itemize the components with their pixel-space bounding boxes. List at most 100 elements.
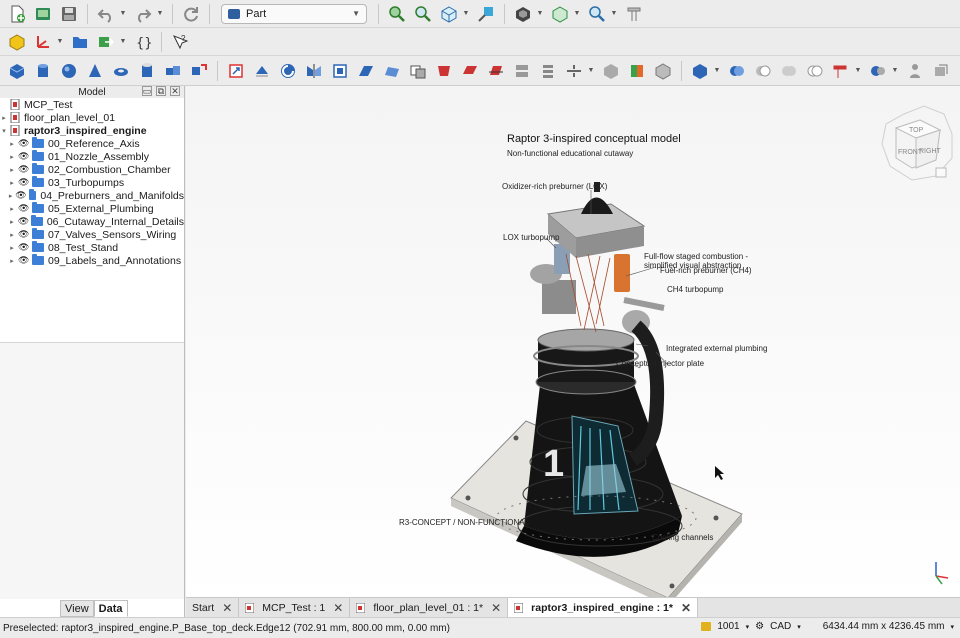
expand-arrow-icon[interactable]: ▸ (8, 257, 16, 265)
cylinder-icon[interactable] (32, 60, 54, 82)
offset-dropdown-icon[interactable]: ▼ (587, 60, 595, 82)
tree-group-item[interactable]: ▸ 👁 06_Cutaway_Internal_Details (0, 215, 184, 228)
ruled-surface-icon[interactable] (407, 60, 429, 82)
tab-data[interactable]: Data (93, 600, 128, 617)
redo-icon[interactable] (132, 3, 154, 25)
boolean-icon[interactable] (726, 60, 748, 82)
macro-icon[interactable]: {} (132, 31, 154, 53)
expand-arrow-icon[interactable]: ▸ (8, 205, 16, 213)
chevron-down-icon[interactable]: ▾ (950, 623, 954, 631)
tree-group-item[interactable]: ▸ 👁 03_Turbopumps (0, 176, 184, 189)
chamfer-icon[interactable] (355, 60, 377, 82)
refresh-icon[interactable] (180, 3, 202, 25)
group-folder-icon[interactable] (69, 31, 91, 53)
whats-this-icon[interactable]: ? (169, 31, 191, 53)
cube-icon[interactable] (6, 60, 28, 82)
save-icon[interactable] (58, 3, 80, 25)
cone-icon[interactable] (84, 60, 106, 82)
measure-icon[interactable] (623, 3, 645, 25)
tab-raptor3[interactable]: raptor3_inspired_engine : 1* ✕ (508, 598, 699, 617)
revolve-icon[interactable] (251, 60, 273, 82)
expand-arrow-icon[interactable]: ▸ (8, 218, 16, 226)
fillet-icon[interactable] (329, 60, 351, 82)
expand-arrow-icon[interactable]: ▸ (8, 179, 16, 187)
view-measure-icon[interactable] (475, 3, 497, 25)
tab-mcp-test[interactable]: MCP_Test : 1 ✕ (239, 598, 351, 617)
join-dropdown-icon[interactable]: ▼ (854, 60, 862, 82)
zoom-icon[interactable] (586, 3, 608, 25)
split-dropdown-icon[interactable]: ▼ (891, 60, 899, 82)
visibility-eye-icon[interactable]: 👁 (18, 177, 30, 188)
expand-arrow-icon[interactable]: ▸ (8, 140, 16, 148)
shape-builder-icon[interactable] (188, 60, 210, 82)
torus-icon[interactable] (110, 60, 132, 82)
compound-dropdown-icon[interactable]: ▼ (713, 60, 721, 82)
visibility-eye-icon[interactable]: 👁 (18, 216, 30, 227)
coordinate-dropdown-icon[interactable]: ▼ (56, 31, 64, 53)
expand-arrow-icon[interactable]: ▸ (8, 166, 16, 174)
sweep-icon[interactable] (459, 60, 481, 82)
workbench-selector[interactable]: Part ▼ (221, 3, 367, 24)
tree-group-item[interactable]: ▸ 👁 00_Reference_Axis (0, 137, 184, 150)
expand-arrow-icon[interactable]: ▸ (8, 244, 16, 252)
undo-icon[interactable] (95, 3, 117, 25)
tree-group-item[interactable]: ▸ 👁 02_Combustion_Chamber (0, 163, 184, 176)
new-document-icon[interactable] (6, 3, 28, 25)
visibility-eye-icon[interactable]: 👁 (18, 203, 30, 214)
make-face-icon[interactable] (381, 60, 403, 82)
close-icon[interactable]: ✕ (170, 86, 180, 96)
open-document-icon[interactable] (32, 3, 54, 25)
tree-group-item[interactable]: ▸ 👁 08_Test_Stand (0, 241, 184, 254)
visibility-eye-icon[interactable]: 👁 (18, 242, 30, 253)
attachment-icon[interactable] (930, 60, 952, 82)
extrude-icon[interactable] (225, 60, 247, 82)
tab-start[interactable]: Start ✕ (186, 598, 240, 617)
loft-icon[interactable] (433, 60, 455, 82)
tree-doc-floor-plan[interactable]: ▸ floor_plan_level_01 (0, 111, 184, 124)
tree-group-item[interactable]: ▸ 👁 04_Preburners_and_Manifolds (0, 189, 184, 202)
tab-floor-plan[interactable]: floor_plan_level_01 : 1* ✕ (350, 598, 509, 617)
fuse-icon[interactable] (778, 60, 800, 82)
mirror-icon[interactable] (277, 60, 299, 82)
split-icon[interactable] (867, 60, 889, 82)
expand-arrow-icon[interactable]: ▸ (8, 192, 13, 200)
check-geometry-icon[interactable] (652, 60, 674, 82)
common-icon[interactable] (804, 60, 826, 82)
tree-group-item[interactable]: ▸ 👁 01_Nozzle_Assembly (0, 150, 184, 163)
primitives-icon[interactable] (162, 60, 184, 82)
color-per-face-icon[interactable] (626, 60, 648, 82)
box-dropdown-icon[interactable]: ▼ (573, 3, 581, 25)
person-icon[interactable] (904, 60, 926, 82)
engine-model[interactable]: 1 TOP FRONT RIGHT (186, 86, 960, 597)
visibility-eye-icon[interactable]: 👁 (18, 164, 30, 175)
view-dropdown-icon[interactable]: ▼ (462, 3, 470, 25)
close-tab-icon[interactable]: ✕ (681, 601, 691, 615)
redo-dropdown-icon[interactable]: ▼ (156, 3, 164, 25)
visibility-eye-icon[interactable]: 👁 (18, 229, 30, 240)
zoom-dropdown-icon[interactable]: ▼ (610, 3, 618, 25)
expand-arrow-icon[interactable]: ▸ (0, 114, 8, 122)
draw-style-dropdown-icon[interactable]: ▼ (536, 3, 544, 25)
float-icon[interactable]: ⧉ (156, 86, 166, 96)
visibility-eye-icon[interactable]: 👁 (18, 255, 30, 266)
fit-all-icon[interactable] (386, 3, 408, 25)
tree-group-item[interactable]: ▸ 👁 09_Labels_and_Annotations (0, 254, 184, 267)
part-icon[interactable] (6, 31, 28, 53)
visibility-eye-icon[interactable]: 👁 (18, 151, 30, 162)
visibility-eye-icon[interactable]: 👁 (18, 138, 30, 149)
tube-icon[interactable] (136, 60, 158, 82)
tree-group-item[interactable]: ▸ 👁 05_External_Plumbing (0, 202, 184, 215)
isometric-view-icon[interactable] (438, 3, 460, 25)
tree-doc-raptor3[interactable]: ▾ raptor3_inspired_engine (0, 124, 184, 137)
thickness-icon[interactable] (563, 60, 585, 82)
undo-dropdown-icon[interactable]: ▼ (119, 3, 127, 25)
projection-icon[interactable] (600, 60, 622, 82)
section-icon[interactable] (485, 60, 507, 82)
expand-arrow-icon[interactable]: ▸ (8, 153, 16, 161)
link-dropdown-icon[interactable]: ▼ (119, 31, 127, 53)
offset-icon[interactable] (537, 60, 559, 82)
chevron-down-icon[interactable]: ▾ (746, 623, 750, 631)
collapse-arrow-icon[interactable]: ▾ (0, 127, 8, 135)
close-tab-icon[interactable]: ✕ (491, 601, 501, 615)
tree-doc-mcp-test[interactable]: MCP_Test (0, 98, 184, 111)
